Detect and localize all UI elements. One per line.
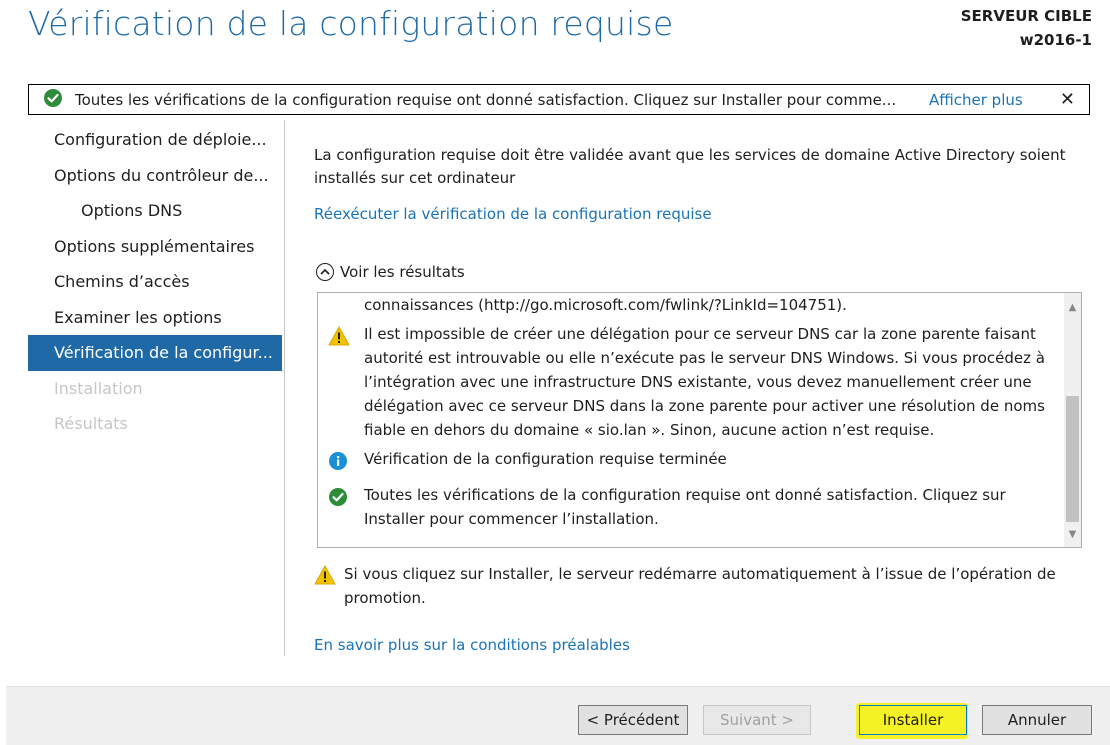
wizard-footer: < Précédent Suivant > Installer Annuler (6, 686, 1110, 745)
restart-warning-text: Si vous cliquez sur Installer, le serveu… (344, 565, 1056, 607)
banner-message: Toutes les vérifications de la configura… (75, 90, 897, 109)
result-item: Il est impossible de créer une délégatio… (328, 322, 1058, 442)
cancel-button[interactable]: Annuler (982, 705, 1092, 735)
result-item: Vérification de la configuration requise… (328, 447, 1058, 478)
result-item: Toutes les vérifications de la configura… (328, 483, 1058, 531)
results-toggle[interactable]: Voir les résultats (316, 263, 465, 281)
target-server-label: SERVEUR CIBLE (960, 7, 1092, 25)
learn-more-link[interactable]: En savoir plus sur la conditions préalab… (314, 636, 630, 654)
chevron-down-icon[interactable]: ▼ (1064, 526, 1081, 543)
next-button[interactable]: Suivant > (703, 705, 811, 735)
rerun-check-link[interactable]: Réexécuter la vérification de la configu… (314, 205, 712, 223)
result-text: Toutes les vérifications de la configura… (364, 486, 1006, 528)
sidebar-nav: Configuration de déploie... Options du c… (28, 122, 282, 442)
chevron-up-icon[interactable] (316, 263, 334, 281)
sidebar-item-additional-options[interactable]: Options supplémentaires (28, 229, 282, 265)
status-banner: Toutes les vérifications de la configura… (28, 84, 1090, 115)
sidebar-item-dc-options[interactable]: Options du contrôleur de... (28, 158, 282, 194)
target-server-name: w2016-1 (1019, 31, 1092, 49)
page-title: Vérification de la configuration requise (28, 4, 674, 43)
sidebar-item-dns-options[interactable]: Options DNS (28, 193, 282, 229)
check-icon (43, 88, 63, 112)
close-icon[interactable]: ✕ (1060, 89, 1075, 110)
result-text: Vérification de la configuration requise… (364, 450, 727, 468)
results-toggle-label: Voir les résultats (340, 263, 465, 281)
sidebar-item-review[interactable]: Examiner les options (28, 300, 282, 336)
results-list[interactable]: connaissances (http://go.microsoft.com/f… (317, 292, 1082, 548)
result-text: connaissances (http://go.microsoft.com/f… (364, 296, 847, 314)
chevron-up-icon[interactable]: ▲ (1064, 299, 1081, 316)
warning-icon (314, 562, 344, 610)
info-icon (328, 447, 364, 478)
sidebar-divider (284, 120, 285, 656)
main-content: La configuration requise doit être valid… (314, 144, 1094, 281)
sidebar-item-deployment[interactable]: Configuration de déploie... (28, 122, 282, 158)
result-item: connaissances (http://go.microsoft.com/f… (328, 293, 1058, 317)
sidebar-item-results: Résultats (54, 414, 128, 433)
check-icon (328, 483, 364, 531)
sidebar-item-installation: Installation (54, 378, 143, 398)
install-button[interactable]: Installer (859, 705, 967, 735)
wizard-window: Vérification de la configuration requise… (0, 0, 1110, 745)
sidebar-item-prerequisites[interactable]: Vérification de la configur... (28, 335, 282, 371)
sidebar-item-paths[interactable]: Chemins d’accès (28, 264, 282, 300)
scroll-thumb[interactable] (1066, 396, 1079, 522)
install-button-label: Installer (882, 711, 944, 729)
target-server: SERVEUR CIBLE w2016-1 (961, 4, 1092, 52)
result-text: Il est impossible de créer une délégatio… (364, 325, 1045, 439)
results-scrollbar[interactable]: ▲ ▼ (1064, 293, 1081, 547)
show-more-link[interactable]: Afficher plus (929, 91, 1023, 109)
previous-button[interactable]: < Précédent (578, 705, 688, 735)
warning-icon (328, 322, 364, 442)
results-content: connaissances (http://go.microsoft.com/f… (328, 293, 1058, 536)
restart-warning: Si vous cliquez sur Installer, le serveu… (314, 562, 1094, 610)
description-text: La configuration requise doit être valid… (314, 146, 1066, 187)
